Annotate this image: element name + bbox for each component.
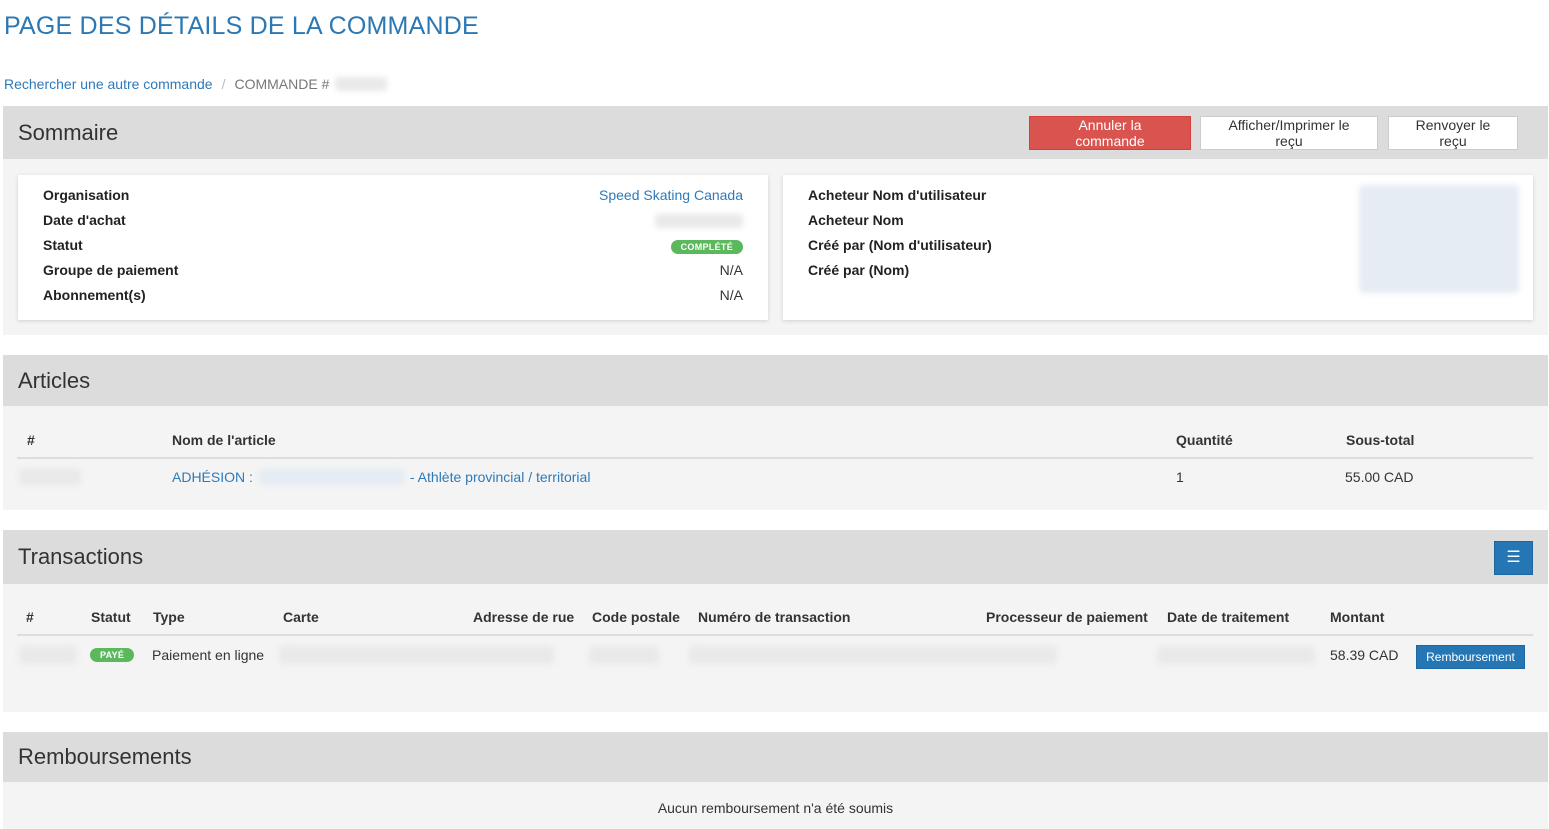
breadcrumb-separator: /	[221, 76, 226, 92]
tx-col-number: #	[26, 609, 34, 625]
articles-col-name: Nom de l'article	[172, 432, 276, 448]
refund-button[interactable]: Remboursement	[1416, 645, 1525, 669]
search-another-order-link[interactable]: Rechercher une autre commande	[4, 76, 213, 92]
status-badge: COMPLÉTÉ	[670, 240, 743, 254]
articles-col-quantity: Quantité	[1176, 432, 1233, 448]
buyer-info-card: Acheteur Nom d'utilisateur Acheteur Nom …	[783, 175, 1533, 320]
hamburger-icon[interactable]: ☰	[1494, 541, 1533, 575]
transactions-header: Transactions ☰	[3, 530, 1548, 584]
subscriptions-value: N/A	[719, 287, 743, 303]
summary-header: Sommaire Annuler la commande Afficher/Im…	[3, 106, 1548, 159]
transactions-title: Transactions	[18, 544, 144, 569]
payment-group-value: N/A	[719, 262, 743, 278]
status-value-wrap: COMPLÉTÉ	[670, 237, 743, 254]
refunds-section: Remboursements Aucun remboursement n'a é…	[3, 732, 1548, 829]
redacted-buyer-details	[1359, 185, 1519, 293]
organisation-link[interactable]: Speed Skating Canada	[599, 187, 743, 203]
article-name[interactable]: ADHÉSION : - Athlète provincial / territ…	[172, 469, 590, 485]
tx-col-type: Type	[153, 609, 185, 625]
payment-group-label: Groupe de paiement	[43, 262, 179, 278]
tx-col-postal: Code postale	[592, 609, 680, 625]
articles-header: Articles	[3, 355, 1548, 406]
tx-col-amount: Montant	[1330, 609, 1385, 625]
status-row: Statut COMPLÉTÉ	[43, 237, 743, 257]
redacted-article-number	[19, 469, 81, 485]
breadcrumb-current: COMMANDE #	[234, 76, 330, 92]
article-name-prefix: ADHÉSION :	[172, 469, 253, 485]
tx-col-processing-date: Date de traitement	[1167, 609, 1290, 625]
tx-type: Paiement en ligne	[152, 647, 265, 663]
buyer-username-label: Acheteur Nom d'utilisateur	[808, 187, 987, 203]
purchase-date-row: Date d'achat	[43, 212, 743, 232]
summary-section: Sommaire Annuler la commande Afficher/Im…	[3, 106, 1548, 335]
articles-title: Articles	[18, 367, 91, 393]
table-row: PAYÉ Paiement en ligne 58.39 CAD Rembour…	[3, 636, 1548, 676]
articles-col-subtotal: Sous-total	[1346, 432, 1415, 448]
refunds-title: Remboursements	[18, 744, 192, 769]
redacted-transaction-number	[19, 646, 77, 664]
created-by-name-label: Créé par (Nom)	[808, 262, 910, 278]
articles-section: Articles # Nom de l'article Quantité Sou…	[3, 355, 1548, 510]
summary-title: Sommaire	[18, 119, 119, 145]
redacted-purchase-date	[655, 214, 743, 228]
tx-status-badge: PAYÉ	[90, 648, 135, 662]
table-row: ADHÉSION : - Athlète provincial / territ…	[3, 459, 1548, 495]
articles-col-number: #	[27, 432, 35, 448]
tx-col-processor: Processeur de paiement	[986, 609, 1148, 625]
redacted-processing-date	[1157, 646, 1315, 664]
tx-status-wrap: PAYÉ	[90, 645, 135, 662]
redacted-transaction-id-processor	[689, 646, 1057, 664]
refunds-header: Remboursements	[3, 732, 1548, 782]
transactions-section: Transactions ☰ # Statut Type Carte Adres…	[3, 530, 1548, 712]
created-by-username-label: Créé par (Nom d'utilisateur)	[808, 237, 992, 253]
payment-group-row: Groupe de paiement N/A	[43, 262, 743, 282]
organisation-row: Organisation Speed Skating Canada	[43, 187, 743, 207]
cancel-order-button[interactable]: Annuler la commande	[1029, 116, 1191, 150]
tx-col-transaction-number: Numéro de transaction	[698, 609, 851, 625]
redacted-order-number	[335, 77, 388, 91]
status-label: Statut	[43, 237, 83, 253]
tx-col-street: Adresse de rue	[473, 609, 575, 625]
subscriptions-label: Abonnement(s)	[43, 287, 146, 303]
purchase-date-label: Date d'achat	[43, 212, 126, 228]
tx-amount: 58.39 CAD	[1330, 647, 1399, 663]
order-info-card: Organisation Speed Skating Canada Date d…	[18, 175, 768, 320]
buyer-name-label: Acheteur Nom	[808, 212, 904, 228]
article-name-suffix: - Athlète provincial / territorial	[409, 469, 591, 485]
redacted-card-address	[279, 646, 554, 664]
article-quantity: 1	[1176, 469, 1184, 485]
view-print-receipt-button[interactable]: Afficher/Imprimer le reçu	[1200, 116, 1378, 150]
tx-col-status: Statut	[91, 609, 131, 625]
tx-col-card: Carte	[283, 609, 319, 625]
resend-receipt-button[interactable]: Renvoyer le reçu	[1388, 116, 1518, 150]
organisation-label: Organisation	[43, 187, 130, 203]
subscriptions-row: Abonnement(s) N/A	[43, 287, 743, 307]
breadcrumb: Rechercher une autre commande / COMMANDE…	[4, 76, 388, 92]
redacted-postal-code	[589, 646, 659, 664]
no-refunds-message: Aucun remboursement n'a été soumis	[657, 800, 894, 816]
redacted-article-name	[258, 469, 404, 485]
article-subtotal: 55.00 CAD	[1345, 469, 1414, 485]
page-title: PAGE DES DÉTAILS DE LA COMMANDE	[4, 12, 479, 40]
